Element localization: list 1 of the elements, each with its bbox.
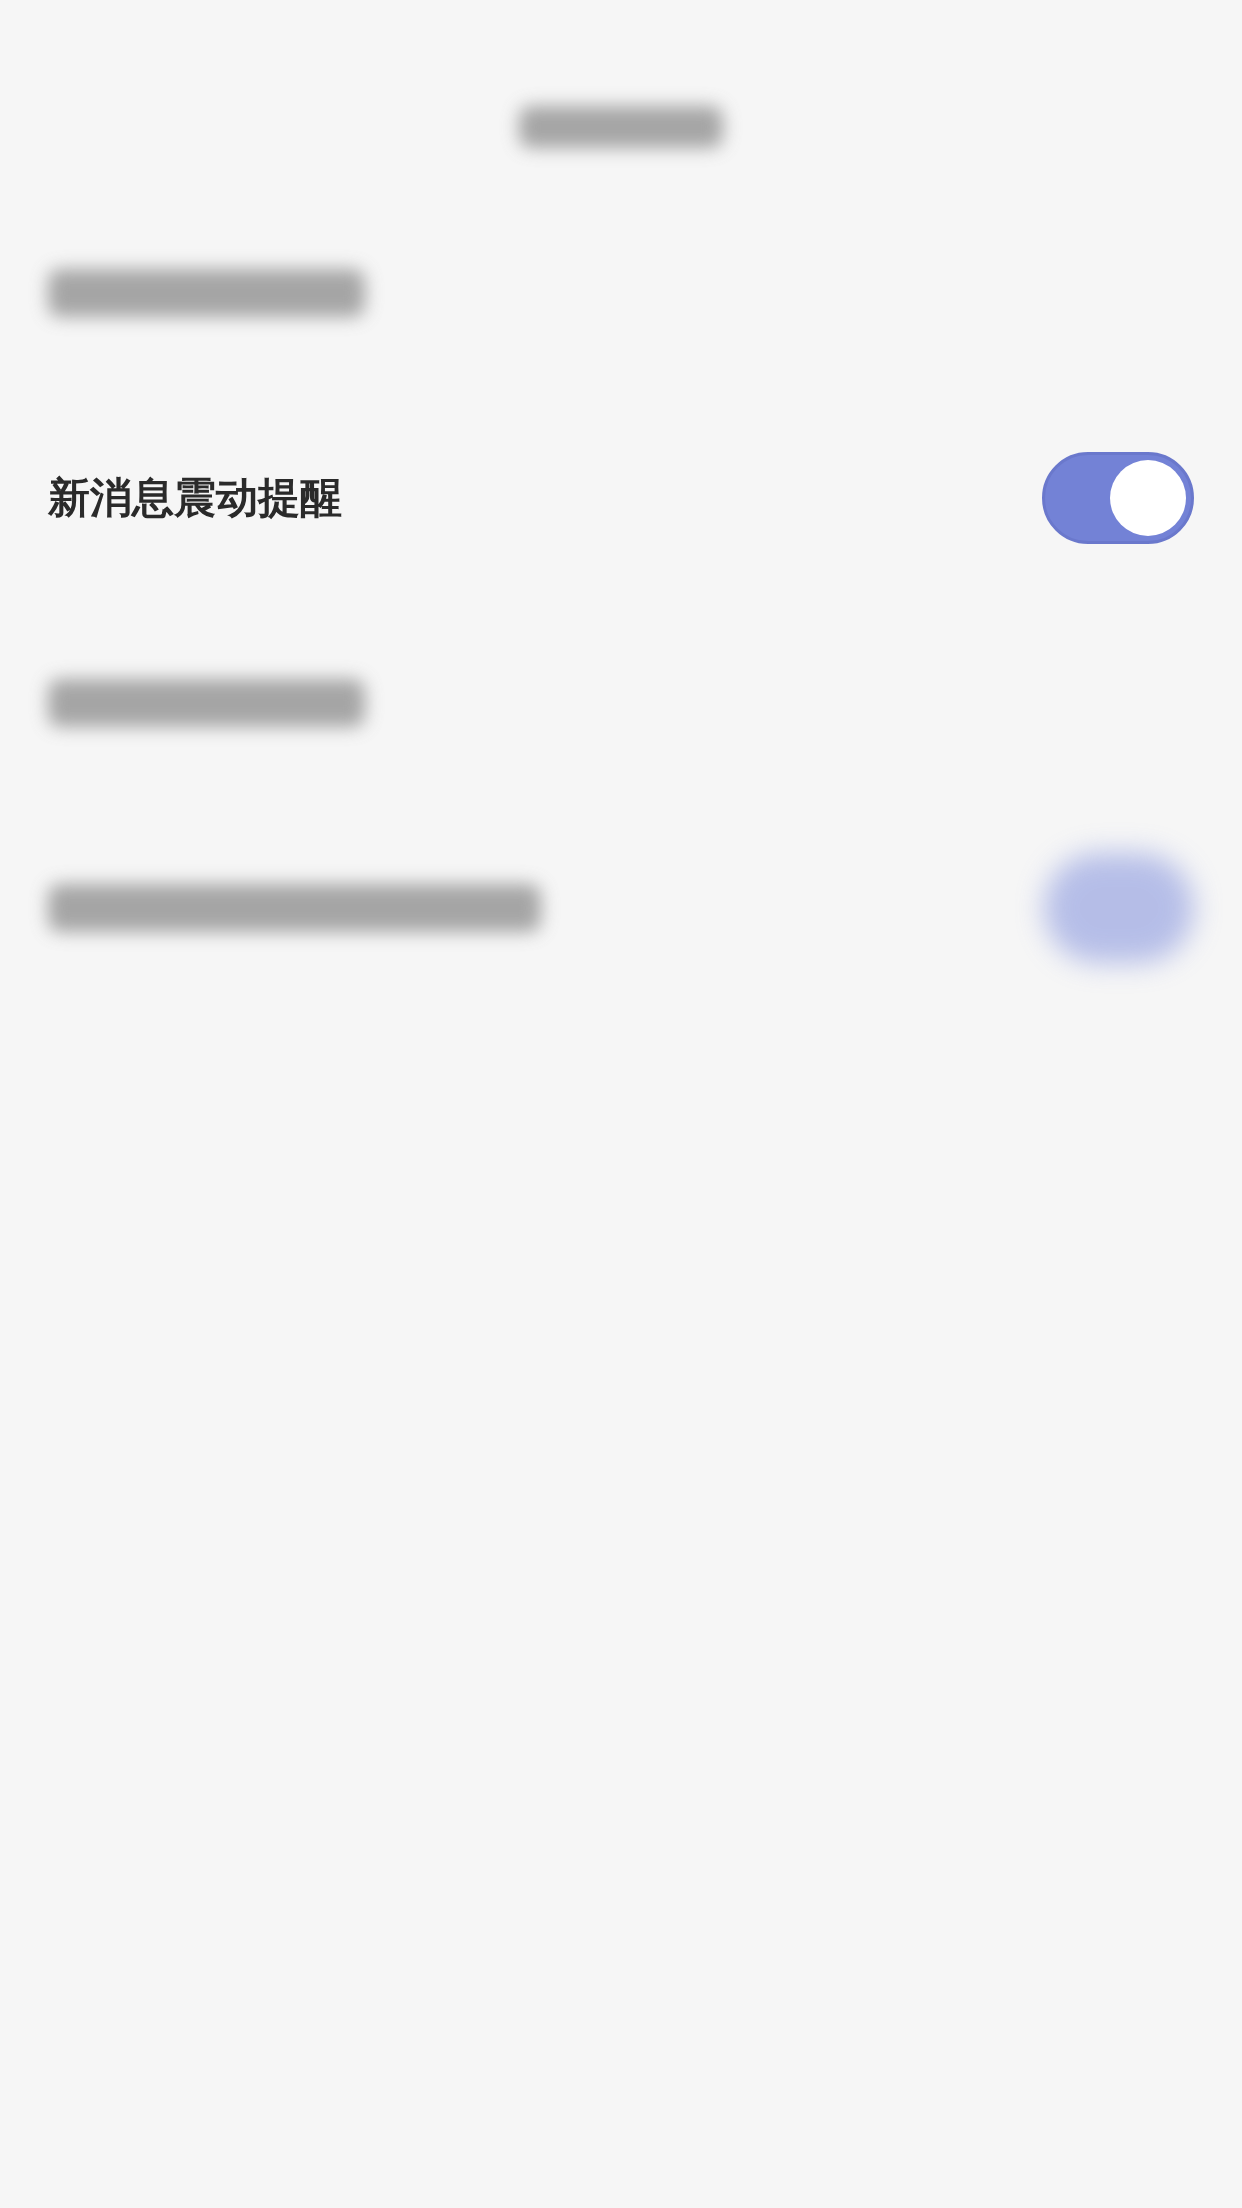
setting-label: 新消息震动提醒 — [48, 472, 342, 524]
